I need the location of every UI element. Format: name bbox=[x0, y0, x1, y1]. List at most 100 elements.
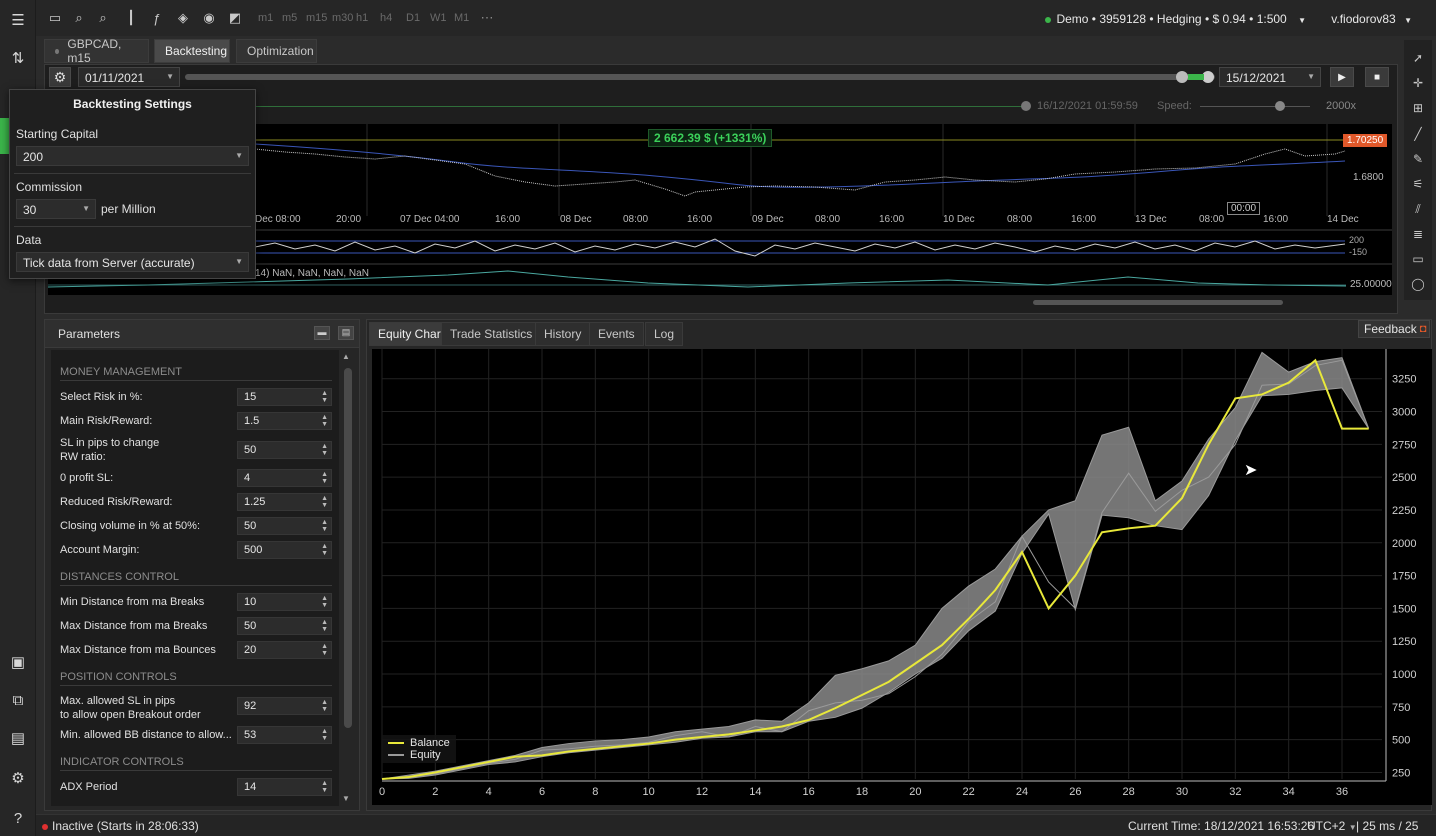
chart-settings-icon[interactable]: ◩ bbox=[226, 10, 244, 26]
speed-knob[interactable] bbox=[1275, 101, 1285, 111]
param-input[interactable]: 10 ▲ ▼ bbox=[237, 593, 332, 611]
param-input[interactable]: 20 ▲ ▼ bbox=[237, 641, 332, 659]
spinner-icon[interactable]: ▲ ▼ bbox=[321, 471, 328, 485]
spinner-icon[interactable]: ▲ ▼ bbox=[321, 390, 328, 404]
end-date-picker[interactable]: 15/12/2021 ▼ bbox=[1219, 67, 1321, 87]
tab-backtesting[interactable]: Backtesting bbox=[154, 39, 230, 63]
tf-mn1[interactable]: M1 bbox=[454, 12, 469, 24]
spinner-icon[interactable]: ▲ ▼ bbox=[321, 643, 328, 657]
progress-knob[interactable] bbox=[1021, 101, 1031, 111]
param-label: Closing volume in % at 50%: bbox=[60, 520, 201, 532]
tf-d1[interactable]: D1 bbox=[406, 12, 420, 24]
menu-icon[interactable]: ☰ bbox=[6, 8, 30, 32]
candles-icon[interactable]: ┃ bbox=[122, 10, 140, 26]
param-input[interactable]: 92 ▲ ▼ bbox=[237, 697, 332, 715]
param-input[interactable]: 50 ▲ ▼ bbox=[237, 617, 332, 635]
commission-input[interactable]: 30 ▼ bbox=[16, 199, 96, 219]
indicator-panel-1[interactable]: 200 -150 bbox=[254, 231, 1392, 263]
timezone-selector[interactable]: UTC+2 ▼ bbox=[1307, 819, 1357, 833]
trade-icon[interactable]: ⇅ bbox=[6, 46, 30, 70]
feedback-button[interactable]: Feedback ◘ bbox=[1358, 320, 1430, 338]
spinner-icon[interactable]: ▲ ▼ bbox=[321, 519, 328, 533]
data-source-select[interactable]: Tick data from Server (accurate) ▼ bbox=[16, 252, 249, 272]
pen-icon[interactable]: ✎ bbox=[1410, 151, 1426, 167]
ellipse-icon[interactable]: ◯ bbox=[1410, 276, 1426, 292]
user-menu[interactable]: v.fiodorov83 ▼ bbox=[1331, 12, 1412, 26]
spinner-icon[interactable]: ▲ ▼ bbox=[321, 619, 328, 633]
rectangle-icon[interactable]: ▭ bbox=[1410, 251, 1426, 267]
gear-icon[interactable]: ⚙ bbox=[6, 766, 30, 790]
layout-icon[interactable]: ▭ bbox=[46, 10, 64, 26]
param-input[interactable]: 53 ▲ ▼ bbox=[237, 726, 332, 744]
divider bbox=[14, 226, 251, 227]
line-tool-icon[interactable]: ╱ bbox=[1410, 126, 1426, 142]
spinner-icon[interactable]: ▲ ▼ bbox=[321, 495, 328, 509]
spinner-icon[interactable]: ▲ ▼ bbox=[321, 728, 328, 742]
help-icon[interactable]: ? bbox=[6, 806, 30, 830]
latency: | 25 ms / 25 ms bbox=[1356, 819, 1419, 836]
parameters-scrollbar[interactable] bbox=[344, 368, 352, 728]
param-input[interactable]: 14 ▲ ▼ bbox=[237, 778, 332, 796]
tab-optimization[interactable]: Optimization bbox=[236, 39, 317, 63]
param-input[interactable]: 1.5 ▲ ▼ bbox=[237, 412, 332, 430]
zoom-out-icon[interactable]: ⌕ bbox=[94, 10, 112, 26]
horizontal-scrollbar[interactable] bbox=[1033, 300, 1283, 305]
fan-icon[interactable]: ⚟ bbox=[1410, 176, 1426, 192]
scroll-down-icon[interactable]: ▼ bbox=[342, 794, 350, 803]
fibonacci-icon[interactable]: ≣ bbox=[1410, 226, 1426, 242]
load-params-icon[interactable]: ▬ bbox=[314, 326, 330, 340]
settings-gear-button[interactable]: ⚙ bbox=[49, 67, 71, 87]
account-selector[interactable]: Demo • 3959128 • Hedging • $ 0.94 • 1:50… bbox=[1045, 12, 1306, 26]
param-input[interactable]: 500 ▲ ▼ bbox=[237, 541, 332, 559]
tf-h4[interactable]: h4 bbox=[380, 12, 392, 24]
channel-icon[interactable]: ⫽ bbox=[1410, 201, 1426, 217]
pointer-icon[interactable]: ➚ bbox=[1410, 50, 1426, 66]
tab-log[interactable]: Log bbox=[645, 322, 684, 346]
starting-capital-input[interactable]: 200 ▼ bbox=[16, 146, 249, 166]
tf-m1[interactable]: m1 bbox=[258, 12, 273, 24]
spinner-icon[interactable]: ▲ ▼ bbox=[321, 414, 328, 428]
x-tick-label: 22 bbox=[963, 786, 975, 798]
tab-events[interactable]: Events bbox=[589, 322, 644, 346]
eye-icon[interactable]: ◉ bbox=[200, 10, 218, 26]
start-date-picker[interactable]: 01/11/2021 ▼ bbox=[78, 67, 180, 87]
param-input[interactable]: 50 ▲ ▼ bbox=[237, 441, 332, 459]
param-input[interactable]: 50 ▲ ▼ bbox=[237, 517, 332, 535]
equity-chart[interactable]: 250 500 750 1000 1250 1500 1750 2000 2250 2500 275… bbox=[372, 349, 1432, 805]
tf-h1[interactable]: h1 bbox=[356, 12, 368, 24]
play-button[interactable]: ▶ bbox=[1330, 67, 1354, 87]
tab-symbol[interactable]: GBPCAD, m15 bbox=[44, 37, 149, 65]
date-range-slider[interactable] bbox=[185, 74, 1215, 80]
wallet-icon[interactable]: ▤ bbox=[6, 726, 30, 750]
briefcase-icon[interactable]: ▣ bbox=[6, 650, 30, 674]
spinner-icon[interactable]: ▲ ▼ bbox=[321, 699, 328, 713]
spinner-icon[interactable]: ▲ ▼ bbox=[321, 543, 328, 557]
more-icon[interactable]: ⋯ bbox=[478, 10, 496, 26]
tab-trade-statistics[interactable]: Trade Statistics bbox=[441, 322, 542, 346]
scroll-up-icon[interactable]: ▲ bbox=[342, 352, 350, 361]
param-input[interactable]: 1.25 ▲ ▼ bbox=[237, 493, 332, 511]
range-start-handle[interactable] bbox=[1176, 71, 1188, 83]
tf-m30[interactable]: m30 bbox=[332, 12, 353, 24]
param-input[interactable]: 15 ▲ ▼ bbox=[237, 388, 332, 406]
indicator-icon[interactable]: ƒ bbox=[148, 10, 166, 26]
tf-w1[interactable]: W1 bbox=[430, 12, 447, 24]
layers-icon[interactable]: ◈ bbox=[174, 10, 192, 26]
spinner-icon[interactable]: ▲ ▼ bbox=[321, 443, 328, 457]
x-tick-label: 20 bbox=[909, 786, 921, 798]
tf-m15[interactable]: m15 bbox=[306, 12, 327, 24]
speed-slider[interactable] bbox=[1200, 106, 1310, 107]
spinner-icon[interactable]: ▲ ▼ bbox=[321, 780, 328, 794]
spinner-icon[interactable]: ▲ ▼ bbox=[321, 595, 328, 609]
zoom-in-icon[interactable]: ⌕ bbox=[70, 10, 88, 26]
copy-icon[interactable]: ⧉ bbox=[6, 688, 30, 712]
x-tick-label: 16 bbox=[803, 786, 815, 798]
save-params-icon[interactable]: ▤ bbox=[338, 326, 354, 340]
zoom-select-icon[interactable]: ⊞ bbox=[1410, 100, 1426, 116]
stop-button[interactable]: ■ bbox=[1365, 67, 1389, 87]
crosshair-icon[interactable]: ✛ bbox=[1410, 75, 1426, 91]
param-input[interactable]: 4 ▲ ▼ bbox=[237, 469, 332, 487]
tf-m5[interactable]: m5 bbox=[282, 12, 297, 24]
tab-symbol-label: GBPCAD, m15 bbox=[67, 37, 122, 65]
tab-history[interactable]: History bbox=[535, 322, 591, 346]
